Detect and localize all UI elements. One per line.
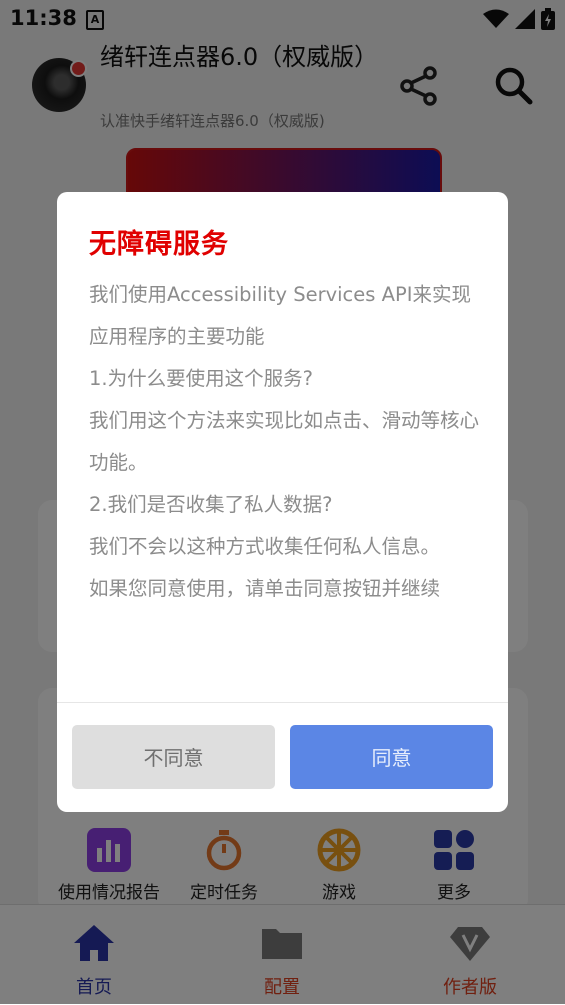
disagree-button[interactable]: 不同意 bbox=[72, 725, 275, 789]
dialog-paragraph: 1.为什么要使用这个服务? bbox=[89, 367, 313, 390]
dialog-paragraph: 如果您同意使用，请单击同意按钮并继续 bbox=[89, 577, 441, 600]
agree-button[interactable]: 同意 bbox=[290, 725, 493, 789]
dialog-paragraph: 我们使用Accessibility Services API来实现应用程序的主要… bbox=[89, 283, 471, 348]
dialog-paragraph: 我们不会以这种方式收集任何私人信息。 bbox=[89, 535, 441, 558]
dialog-divider bbox=[57, 702, 508, 703]
dialog-paragraph: 2.我们是否收集了私人数据? bbox=[89, 493, 333, 516]
dialog-paragraph: 我们用这个方法来实现比如点击、滑动等核心功能。 bbox=[89, 409, 480, 474]
dialog-title: 无障碍服务 bbox=[89, 229, 229, 260]
accessibility-dialog: 无障碍服务 我们使用Accessibility Services API来实现应… bbox=[57, 192, 508, 812]
dialog-body: 我们使用Accessibility Services API来实现应用程序的主要… bbox=[89, 274, 484, 610]
